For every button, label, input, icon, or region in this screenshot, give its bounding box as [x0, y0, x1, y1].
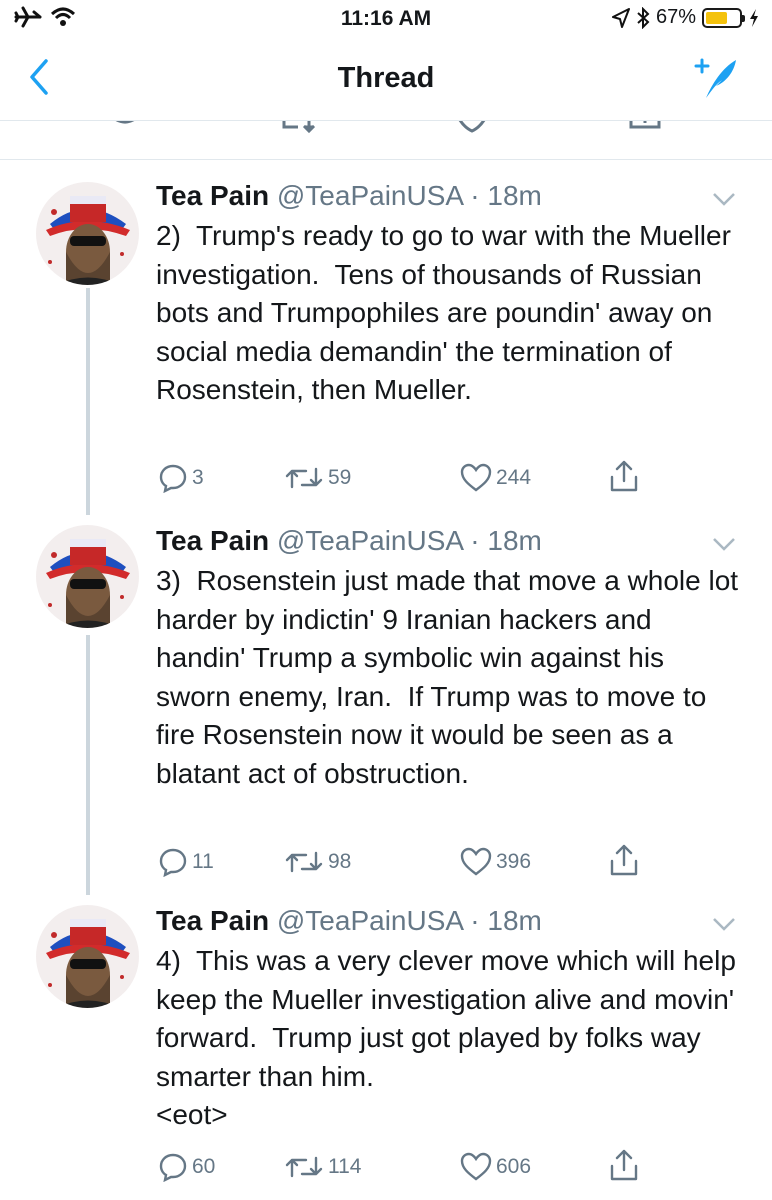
retweet-icon	[285, 467, 323, 489]
chevron-down-icon[interactable]	[712, 537, 736, 551]
tweet-text: 3) Rosenstein just made that move a whol…	[156, 565, 746, 789]
tweet[interactable]: Tea Pain @TeaPainUSA · 18m 3) Rosenstein…	[0, 515, 772, 895]
reply-count: 3	[192, 466, 204, 489]
retweet-count: 59	[328, 466, 352, 489]
previous-tweet-actions	[0, 121, 772, 160]
tweet-text: 4) This was a very clever move which wil…	[156, 945, 736, 1130]
share-button[interactable]	[608, 843, 640, 877]
tweet-text: 2) Trump's ready to go to war with the M…	[156, 220, 739, 405]
share-icon	[610, 1149, 638, 1181]
chevron-down-icon[interactable]	[712, 917, 736, 931]
reply-icon	[159, 848, 187, 877]
tweet-actions: 60 114 606	[156, 1149, 676, 1192]
nav-bar: Thread	[0, 40, 772, 121]
like-button[interactable]: 396	[460, 847, 531, 877]
author-handle[interactable]: @TeaPainUSA	[277, 180, 463, 211]
reply-button[interactable]: 60	[158, 1152, 215, 1182]
author-name[interactable]: Tea Pain	[156, 525, 269, 556]
thread-line	[86, 288, 90, 515]
reply-icon[interactable]	[108, 121, 142, 137]
thread-line	[86, 635, 90, 895]
like-count: 396	[496, 850, 532, 873]
author-name[interactable]: Tea Pain	[156, 180, 269, 211]
like-icon	[460, 847, 492, 876]
author-handle[interactable]: @TeaPainUSA	[277, 905, 463, 936]
tweet-header: Tea Pain @TeaPainUSA · 18m	[156, 180, 542, 211]
retweet-button[interactable]: 59	[284, 463, 351, 493]
avatar[interactable]	[36, 182, 139, 285]
share-icon[interactable]	[628, 121, 662, 137]
battery-icon	[702, 7, 745, 28]
retweet-button[interactable]: 114	[284, 1152, 361, 1182]
retweet-icon	[285, 851, 323, 873]
share-icon	[610, 844, 638, 876]
author-handle[interactable]: @TeaPainUSA	[277, 525, 463, 556]
reply-icon	[159, 464, 187, 493]
reply-button[interactable]: 3	[158, 463, 204, 493]
like-icon	[460, 463, 492, 492]
tweet-time: 18m	[487, 525, 542, 556]
reply-count: 60	[192, 1155, 216, 1178]
retweet-count: 114	[328, 1155, 362, 1178]
bluetooth-icon	[637, 6, 650, 29]
status-bar: 11:16 AM 67%	[0, 0, 772, 40]
like-icon[interactable]	[455, 121, 489, 135]
share-button[interactable]	[608, 1148, 640, 1182]
reply-icon	[159, 1153, 187, 1182]
tweet-actions: 11 98 396	[156, 844, 676, 887]
retweet-button[interactable]: 98	[284, 847, 351, 877]
battery-percent: 67%	[655, 6, 696, 28]
avatar[interactable]	[36, 905, 139, 1008]
tweet-header: Tea Pain @TeaPainUSA · 18m	[156, 525, 542, 556]
charging-icon	[750, 8, 758, 27]
page-title: Thread	[337, 62, 435, 94]
location-icon	[611, 7, 630, 28]
compose-icon[interactable]	[694, 56, 740, 102]
retweet-count: 98	[328, 850, 352, 873]
like-button[interactable]: 244	[460, 463, 531, 493]
like-count: 606	[496, 1155, 532, 1178]
tweet-header: Tea Pain @TeaPainUSA · 18m	[156, 905, 542, 936]
like-count: 244	[496, 466, 532, 489]
chevron-down-icon[interactable]	[712, 192, 736, 206]
reply-count: 11	[192, 850, 214, 873]
author-name[interactable]: Tea Pain	[156, 905, 269, 936]
share-icon	[610, 460, 638, 492]
tweet-actions: 3 59 244	[156, 460, 676, 503]
retweet-icon[interactable]	[280, 121, 318, 137]
share-button[interactable]	[608, 459, 640, 493]
tweet[interactable]: Tea Pain @TeaPainUSA · 18m 2) Trump's re…	[0, 160, 772, 515]
reply-button[interactable]: 11	[158, 847, 214, 877]
tweet-time: 18m	[487, 180, 542, 211]
avatar[interactable]	[36, 525, 139, 628]
tweet[interactable]: Tea Pain @TeaPainUSA · 18m 4) This was a…	[0, 895, 772, 1200]
retweet-icon	[285, 1156, 323, 1178]
tweet-time: 18m	[487, 905, 542, 936]
like-button[interactable]: 606	[460, 1152, 531, 1182]
like-icon	[460, 1152, 492, 1181]
